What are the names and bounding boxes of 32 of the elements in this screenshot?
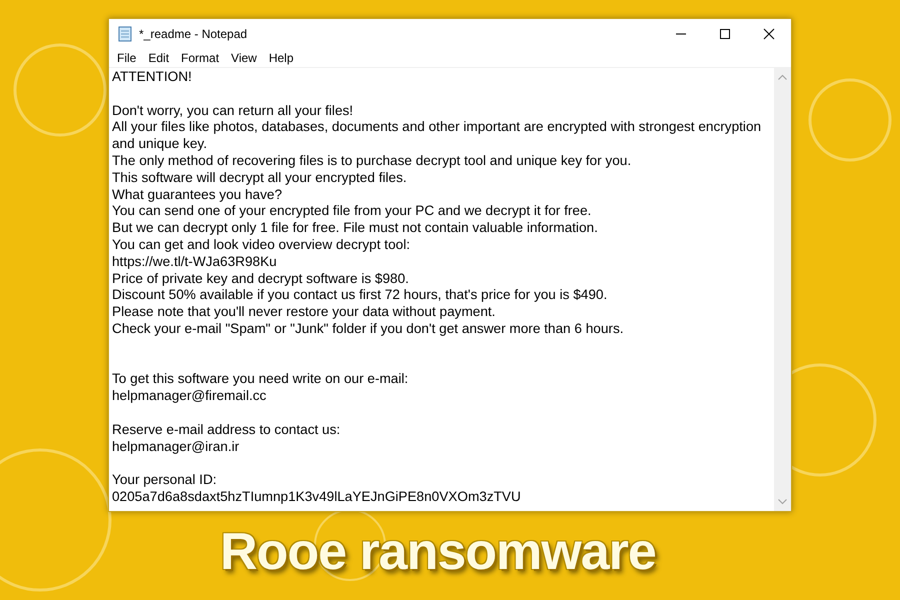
notepad-icon [117, 26, 133, 42]
scroll-up-icon[interactable] [778, 74, 787, 80]
text-line: Discount 50% available if you contact us first 72 hours, that's price for you is $490. [112, 287, 608, 304]
text-line: Reserve e-mail address to contact us: [112, 422, 342, 439]
text-line: This software will decrypt all your encrypted files. [112, 170, 408, 187]
text-line: You can send one of your encrypted file from your PC and we decrypt it for free. [112, 203, 592, 220]
text-line: But we can decrypt only 1 file for free. File must not contain valuable information. [112, 220, 599, 237]
menu-item[interactable]: Format [175, 50, 226, 64]
text-line: You can get and look video overview decrypt tool: [112, 236, 411, 254]
text-line: helpmanager@firemail.cc [112, 388, 268, 405]
text-line: Check your e-mail "Spam" or "Junk" folder if you don't get answer more than 6 hours. [112, 320, 625, 338]
text-line: What guarantees you have? [112, 186, 284, 204]
text-line: The only method of recovering files is to purchase decrypt tool and unique key for you. [112, 152, 632, 170]
menu-item[interactable]: Help [262, 50, 300, 64]
text-line: All your files like photos, databases, documents and other important are encrypted with strongest encryption and unique key. [112, 119, 762, 153]
text-line: Please note that you'll never restore your data without payment. [112, 304, 496, 321]
window-title: *_readme - Notepad [139, 26, 248, 40]
text-line: helpmanager@iran.ir [112, 438, 240, 456]
menu-item[interactable]: View [225, 50, 263, 64]
caption-title: Rooe ransomware [220, 522, 656, 582]
scroll-down-icon[interactable] [778, 499, 787, 505]
menu-item[interactable]: Edit [142, 50, 176, 64]
text-line: 0205a7d6a8sdaxt5hzTIumnp1K3v49lLaYEJnGiPE8n0VXOm3zTVU [112, 488, 522, 506]
text-line: To get this software you need write on our e-mail: [112, 371, 410, 388]
text-line: ATTENTION! [112, 69, 193, 86]
text-line: Price of private key and decrypt software is $980. [112, 270, 410, 288]
text-line: Your personal ID: [112, 472, 218, 489]
close-icon [763, 28, 775, 40]
maximize-icon [719, 28, 731, 40]
text-line: Don't worry, you can return all your files! [112, 102, 354, 120]
menu-item[interactable]: File [111, 50, 142, 64]
text-line: https://we.tl/t-WJa63R98Ku [112, 254, 278, 271]
